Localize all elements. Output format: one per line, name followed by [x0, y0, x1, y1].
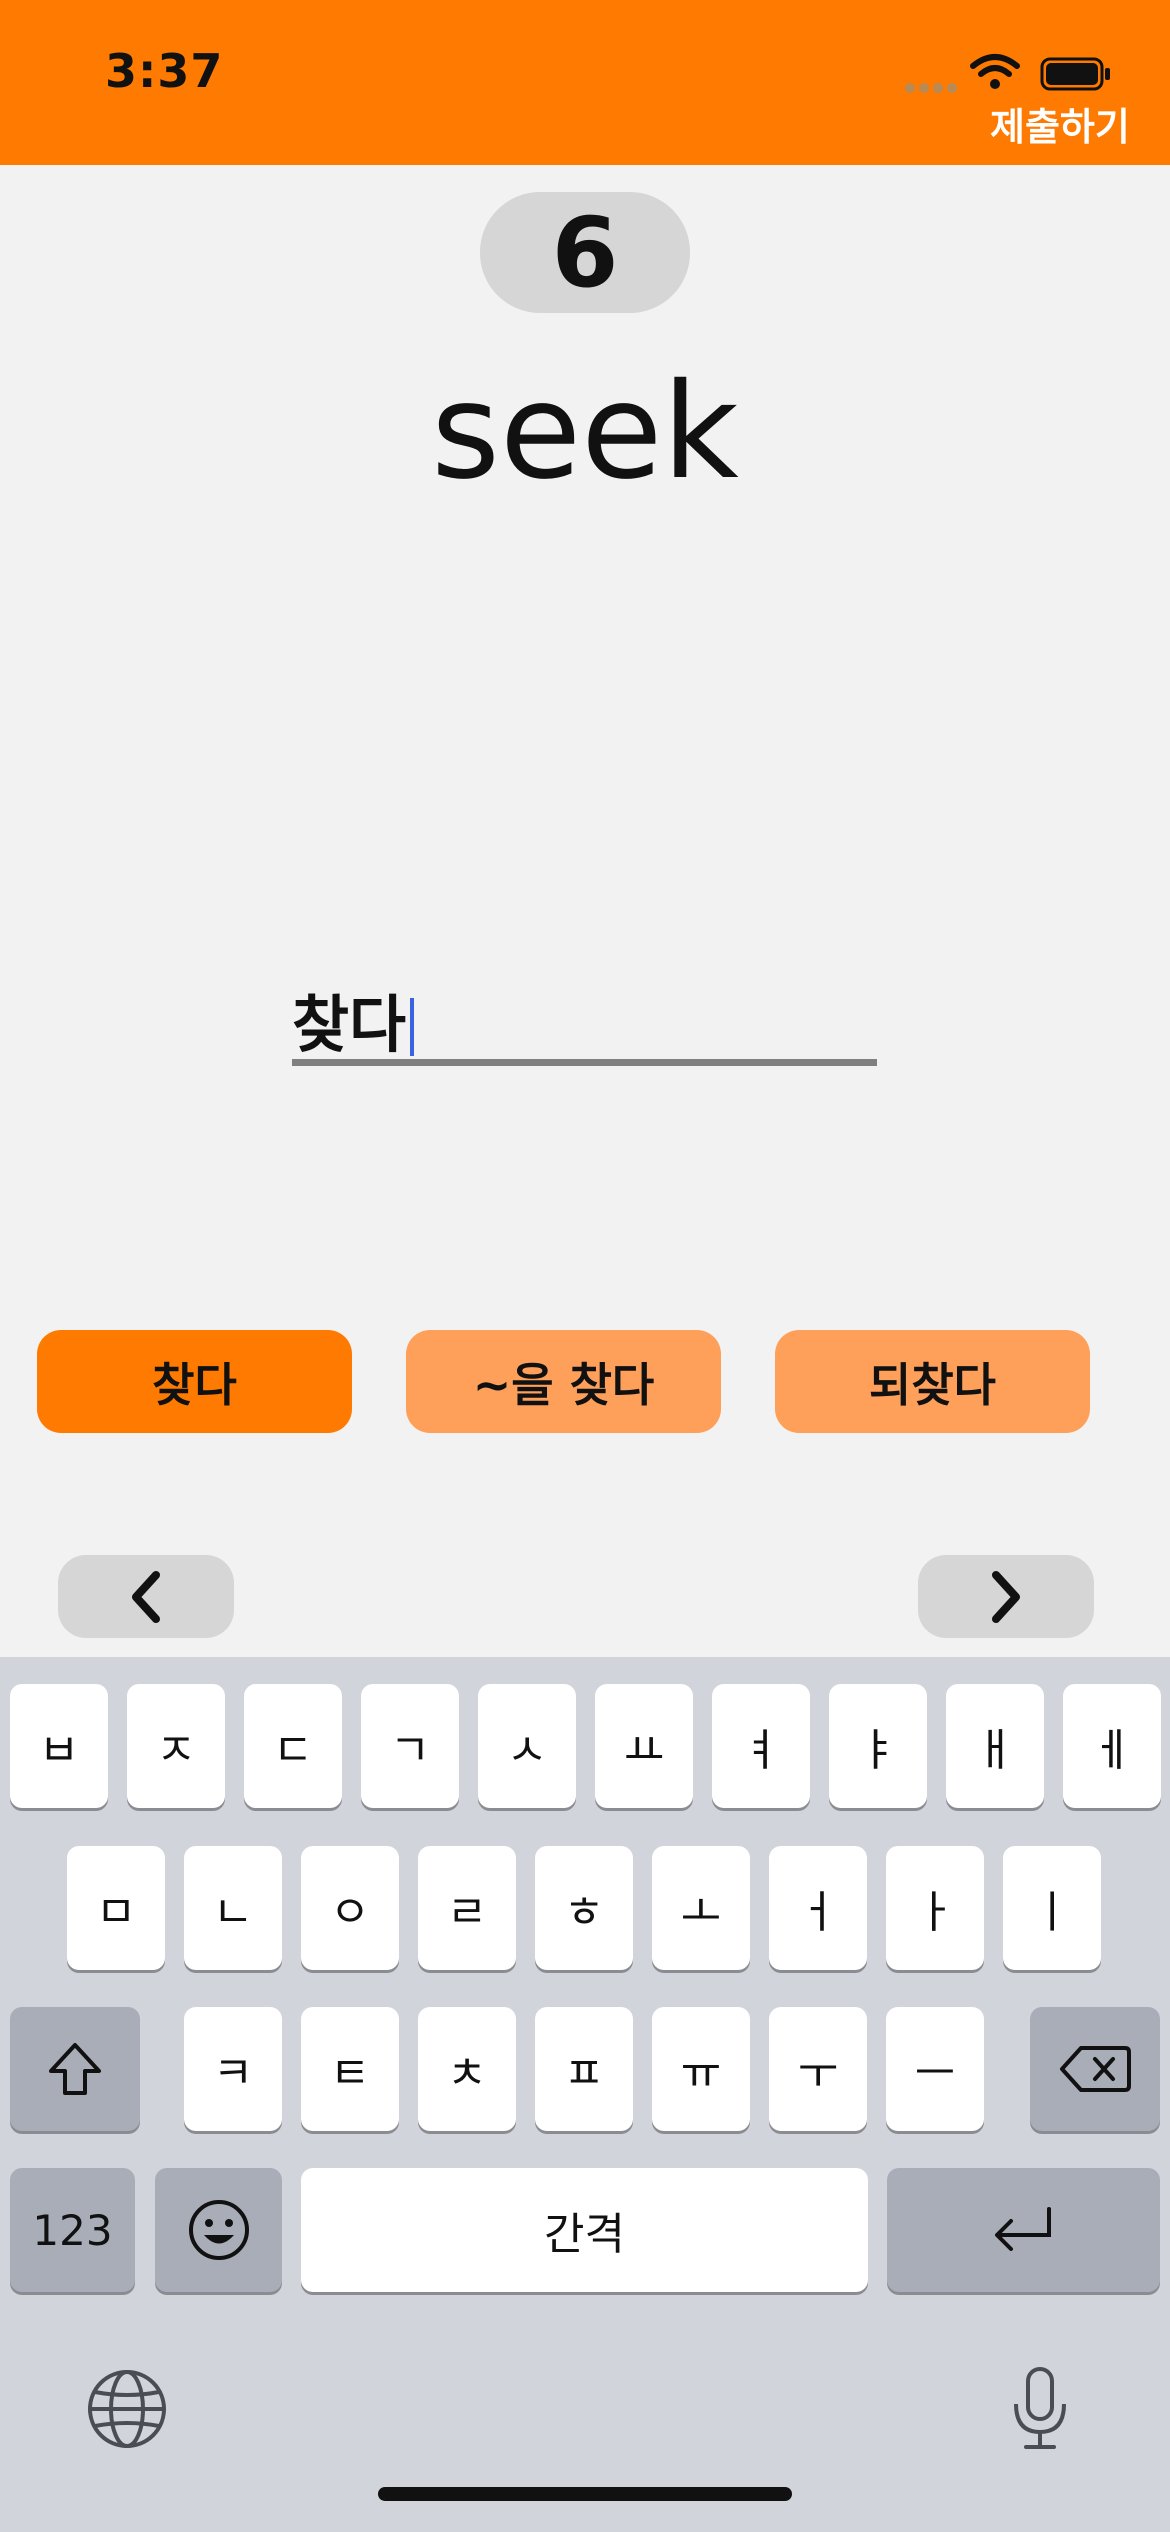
- question-word: seek: [431, 355, 739, 509]
- key[interactable]: ㅎ: [535, 1846, 633, 1970]
- prev-button[interactable]: [58, 1555, 234, 1638]
- key[interactable]: ㅜ: [769, 2007, 867, 2131]
- submit-button[interactable]: 제출하기: [990, 96, 1130, 151]
- key[interactable]: ㅁ: [67, 1846, 165, 1970]
- key[interactable]: ㅐ: [946, 1684, 1044, 1808]
- globe-icon[interactable]: [86, 2368, 168, 2450]
- key[interactable]: ㅏ: [886, 1846, 984, 1970]
- answer-input[interactable]: 찾다: [292, 990, 877, 1060]
- question-number-badge: 6: [480, 192, 690, 313]
- choice-button-2[interactable]: ~을 찾다: [406, 1330, 721, 1433]
- key[interactable]: ㅈ: [127, 1684, 225, 1808]
- key[interactable]: ㅡ: [886, 2007, 984, 2131]
- backspace-icon: [1060, 2046, 1131, 2092]
- microphone-icon[interactable]: [1010, 2366, 1070, 2452]
- keyboard: ㅂ ㅈ ㄷ ㄱ ㅅ ㅛ ㅕ ㅑ ㅐ ㅔ ㅁ ㄴ ㅇ ㄹ ㅎ ㅗ ㅓ ㅏ ㅣ ㅋ …: [0, 1657, 1170, 2532]
- key[interactable]: ㄷ: [244, 1684, 342, 1808]
- key[interactable]: ㅠ: [652, 2007, 750, 2131]
- wifi-icon: [970, 54, 1020, 89]
- key[interactable]: ㄴ: [184, 1846, 282, 1970]
- answer-underline: [292, 1059, 877, 1066]
- key[interactable]: ㅛ: [595, 1684, 693, 1808]
- numbers-key[interactable]: 123: [10, 2168, 135, 2292]
- return-key[interactable]: [887, 2168, 1160, 2292]
- return-icon: [994, 2207, 1051, 2251]
- key[interactable]: ㅗ: [652, 1846, 750, 1970]
- key[interactable]: ㅑ: [829, 1684, 927, 1808]
- key[interactable]: ㄹ: [418, 1846, 516, 1970]
- shift-key[interactable]: [10, 2007, 140, 2131]
- emoji-key[interactable]: [155, 2168, 282, 2292]
- key[interactable]: ㅋ: [184, 2007, 282, 2131]
- emoji-icon: [188, 2200, 249, 2260]
- key[interactable]: ㅌ: [301, 2007, 399, 2131]
- space-key[interactable]: 간격: [301, 2168, 868, 2292]
- key[interactable]: ㅊ: [418, 2007, 516, 2131]
- key[interactable]: ㄱ: [361, 1684, 459, 1808]
- shift-icon: [49, 2043, 101, 2095]
- key[interactable]: ㅔ: [1063, 1684, 1161, 1808]
- status-time: 3:37: [105, 44, 224, 98]
- key[interactable]: ㅣ: [1003, 1846, 1101, 1970]
- key[interactable]: ㅓ: [769, 1846, 867, 1970]
- next-button[interactable]: [918, 1555, 1094, 1638]
- key[interactable]: ㅍ: [535, 2007, 633, 2131]
- text-cursor: [410, 998, 414, 1056]
- cellular-signal-icon: [905, 78, 963, 93]
- key[interactable]: ㅅ: [478, 1684, 576, 1808]
- chevron-right-icon: [992, 1570, 1020, 1623]
- key[interactable]: ㅂ: [10, 1684, 108, 1808]
- answer-text: 찾다: [292, 988, 407, 1061]
- backspace-key[interactable]: [1030, 2007, 1160, 2131]
- key[interactable]: ㅇ: [301, 1846, 399, 1970]
- home-indicator: [378, 2487, 792, 2501]
- choice-button-1[interactable]: 찾다: [37, 1330, 352, 1433]
- chevron-left-icon: [132, 1570, 160, 1623]
- choice-button-3[interactable]: 되찾다: [775, 1330, 1090, 1433]
- key[interactable]: ㅕ: [712, 1684, 810, 1808]
- battery-icon: [1040, 57, 1110, 91]
